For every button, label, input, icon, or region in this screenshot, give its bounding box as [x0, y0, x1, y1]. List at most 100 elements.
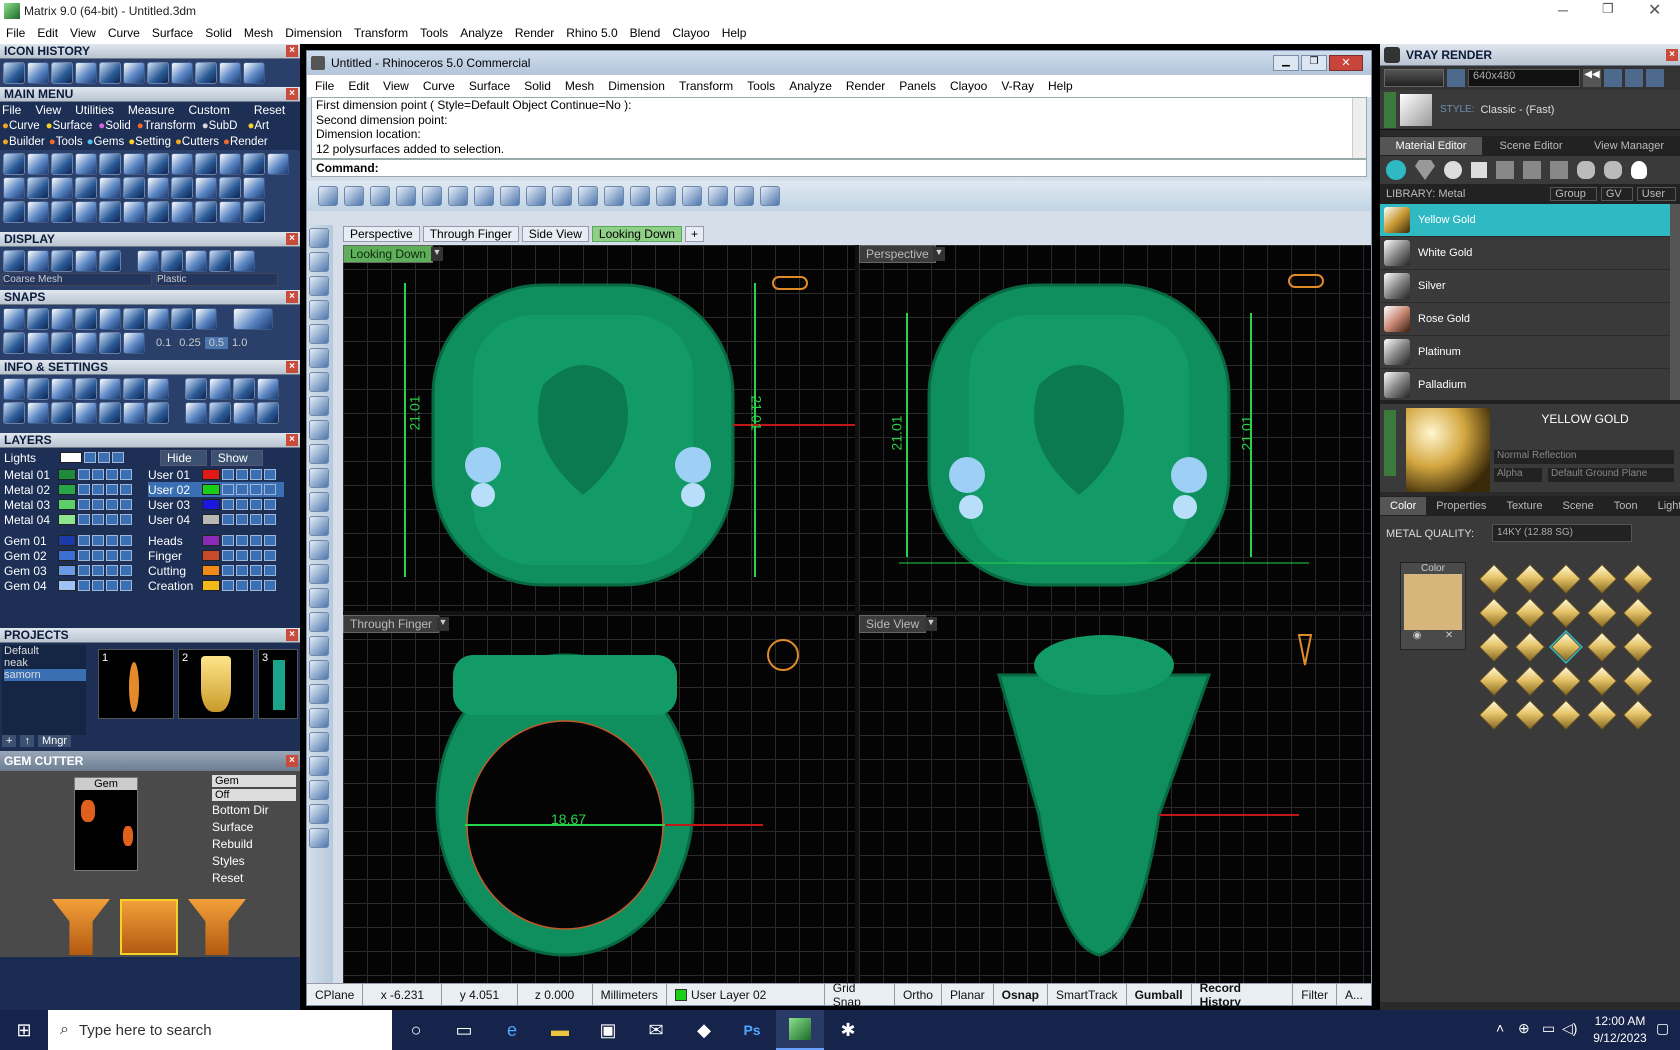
gold-preset-cube[interactable] [1587, 666, 1617, 696]
layer-toggle[interactable] [236, 580, 248, 591]
layer-toggle[interactable] [92, 499, 104, 510]
layer-toggle[interactable] [120, 514, 132, 525]
snap-icon[interactable] [75, 332, 97, 354]
style-back-icon[interactable] [1384, 91, 1396, 128]
rhino-minimize-button[interactable]: ▁ [1273, 55, 1299, 71]
vertical-tool-icon[interactable] [309, 564, 329, 584]
viewport-through-finger[interactable]: Through Finger ▼ 18.67 [343, 615, 855, 983]
text-icon[interactable] [630, 186, 650, 206]
gold-preset-cube[interactable] [1623, 700, 1653, 730]
project-item[interactable]: neak [4, 657, 86, 669]
snap-value-1.0[interactable]: 1.0 [228, 337, 251, 349]
layer-row[interactable]: Metal 04 [4, 512, 140, 527]
layer-toggle[interactable] [84, 452, 96, 463]
tool-icon[interactable] [99, 177, 121, 199]
color-swatch[interactable] [1404, 574, 1462, 630]
history-tool-icon[interactable] [27, 62, 49, 84]
gold-preset-cube[interactable] [1551, 564, 1581, 594]
mm-transform[interactable]: ●Transform [137, 120, 196, 132]
palette-icon[interactable]: ◉ [1413, 630, 1422, 641]
volume-icon[interactable]: ◁) [1562, 1020, 1577, 1037]
layer-toggle[interactable] [222, 565, 234, 576]
layer-toggle[interactable] [236, 535, 248, 546]
layer-toggle[interactable] [222, 469, 234, 480]
rmenu-view[interactable]: View [383, 79, 409, 93]
layer-toggle[interactable] [236, 514, 248, 525]
gem-select[interactable]: Gem [212, 775, 296, 787]
layer-toggle[interactable] [106, 469, 118, 480]
tool-icon[interactable] [123, 177, 145, 199]
subtab-texture[interactable]: Texture [1496, 497, 1552, 515]
mm-render[interactable]: ●Render [223, 136, 268, 148]
mm-custom[interactable]: Custom [189, 103, 230, 117]
layer-toggle[interactable] [264, 469, 276, 480]
menu-tools[interactable]: Tools [420, 26, 448, 40]
render-icon[interactable] [760, 186, 780, 206]
tool-icon[interactable] [51, 201, 73, 223]
layer-toggle[interactable] [264, 580, 276, 591]
vertical-tool-icon[interactable] [309, 492, 329, 512]
close-icon[interactable]: × [286, 291, 298, 303]
teapot-icon[interactable] [1577, 161, 1595, 179]
gold-preset-cube[interactable] [1623, 564, 1653, 594]
gold-preset-cube[interactable] [1479, 666, 1509, 696]
subtab-properties[interactable]: Properties [1426, 497, 1496, 515]
history-tool-icon[interactable] [75, 62, 97, 84]
material-icon[interactable] [1386, 160, 1406, 180]
tab-perspective[interactable]: Perspective [343, 226, 420, 242]
gold-preset-cube[interactable] [1515, 598, 1545, 628]
layer-toggle[interactable] [120, 565, 132, 576]
close-icon[interactable]: × [286, 629, 298, 641]
rmenu-solid[interactable]: Solid [524, 79, 551, 93]
rhino-close-button[interactable]: ✕ [1329, 55, 1363, 71]
info-icon[interactable] [257, 378, 279, 400]
lights-swatch[interactable] [60, 452, 82, 463]
layer-toggle[interactable] [222, 550, 234, 561]
gumball-toggle[interactable]: Gumball [1127, 984, 1192, 1005]
close-icon[interactable]: × [286, 45, 298, 57]
snap-icon[interactable] [3, 332, 25, 354]
layer-color-swatch[interactable] [58, 565, 76, 576]
polyline-icon[interactable] [396, 186, 416, 206]
mail-icon[interactable]: ✉ [632, 1010, 680, 1050]
rmenu-transform[interactable]: Transform [679, 79, 733, 93]
layer-row[interactable]: Creation [148, 578, 284, 593]
gold-preset-cube[interactable] [1515, 700, 1545, 730]
tool-icon[interactable] [195, 153, 217, 175]
rhino-restore-button[interactable]: ❐ [1301, 55, 1327, 71]
rmenu-surface[interactable]: Surface [469, 79, 510, 93]
subtab-scene[interactable]: Scene [1553, 497, 1604, 515]
gem-tool-icon[interactable] [52, 899, 110, 955]
info-icon[interactable] [147, 378, 169, 400]
layer-toggle[interactable] [236, 550, 248, 561]
grid-snap-toggle[interactable]: Grid Snap [825, 981, 895, 1009]
layer-row[interactable]: Metal 01 [4, 467, 140, 482]
clock-date[interactable]: 9/12/2023 [1590, 1031, 1650, 1045]
info-icon[interactable] [209, 402, 231, 424]
viewport-perspective[interactable]: Perspective ▼ 21.01 21.01 [859, 245, 1371, 611]
search-icon[interactable] [27, 378, 49, 400]
vertical-tool-icon[interactable] [309, 732, 329, 752]
gold-preset-cube[interactable] [1515, 666, 1545, 696]
circle-icon[interactable] [243, 201, 265, 223]
gem-icon[interactable] [1415, 160, 1435, 180]
tool-icon[interactable] [123, 201, 145, 223]
square-icon[interactable] [1471, 162, 1487, 178]
texture-icon[interactable] [1496, 161, 1514, 179]
layer-toggle[interactable] [250, 484, 262, 495]
layer-indicator[interactable]: User Layer 02 [667, 984, 825, 1005]
vertical-tool-icon[interactable] [309, 348, 329, 368]
rmenu-dimension[interactable]: Dimension [608, 79, 665, 93]
tab-side-view[interactable]: Side View [521, 226, 589, 242]
info-icon[interactable] [99, 378, 121, 400]
gold-preset-cube[interactable] [1623, 598, 1653, 628]
group-toggle[interactable]: Group [1550, 187, 1597, 201]
subtab-toon[interactable]: Toon [1604, 497, 1648, 515]
info-icon[interactable] [51, 402, 73, 424]
clock-time[interactable]: 12:00 AM [1590, 1014, 1650, 1028]
boolean-icon[interactable] [578, 186, 598, 206]
rebuild-button[interactable]: Rebuild [212, 837, 296, 854]
close-icon[interactable]: × [1666, 48, 1678, 61]
tool-icon[interactable] [51, 153, 73, 175]
tab-through-finger[interactable]: Through Finger [422, 226, 519, 242]
